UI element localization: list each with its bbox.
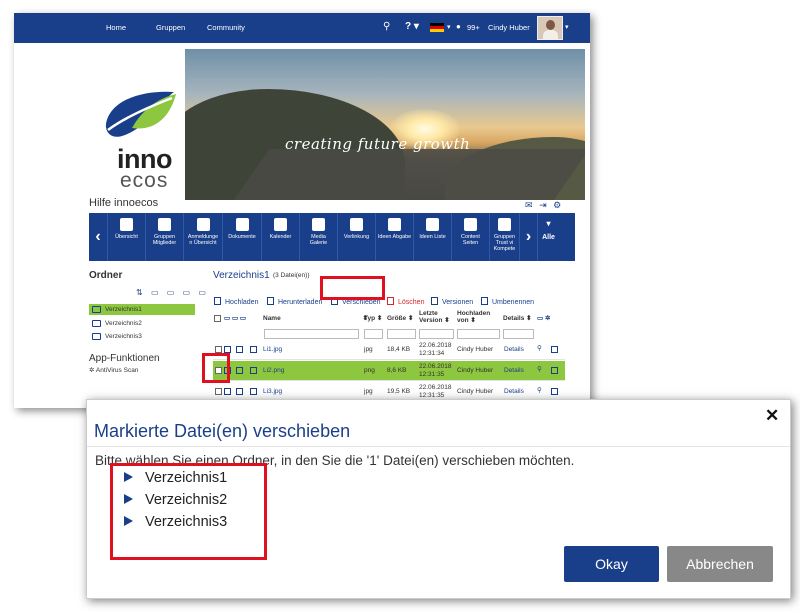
folders-heading: Ordner [89, 270, 123, 281]
banner-slogan: creating future growth [285, 135, 471, 153]
toolbar-item-verlinkung[interactable]: Verlinkung [337, 213, 375, 261]
cancel-button[interactable]: Abbrechen [667, 546, 773, 582]
nav-gruppen[interactable]: Gruppen [156, 23, 185, 32]
folder-edit-icon[interactable]: ▭ [183, 288, 194, 297]
dialog-title: Markierte Datei(en) verschieben [94, 421, 351, 441]
uploader-filter-input[interactable] [457, 329, 500, 339]
download-icon [267, 297, 274, 305]
rename-icon [481, 297, 488, 305]
bug-icon: ✲ [89, 367, 96, 374]
column-name[interactable]: Name ⬍ [263, 315, 368, 322]
logo-text-ecos: ecos [120, 169, 169, 192]
user-menu-chevron-icon[interactable]: ▾ [565, 23, 569, 31]
toolbar-item-gruppen-trust[interactable]: Gruppen Trust vi Kompete [489, 213, 519, 261]
gear-icon[interactable]: ⚙ [553, 200, 561, 210]
folder-move-icon[interactable]: ▭ [198, 288, 209, 297]
avatar[interactable] [537, 16, 563, 40]
toolbar-item-uebersicht[interactable]: Übersicht [107, 213, 145, 261]
folder-tree-actions: ⇅ ▭ ▭ ▭ ▭ [136, 288, 209, 297]
delete-button[interactable]: Löschen [387, 297, 424, 306]
toolbar-item-media-galerie[interactable]: Media Galerie [299, 213, 337, 261]
upload-icon [214, 297, 221, 305]
highlight-folder-options [110, 463, 267, 560]
app-functions-heading: App-Funktionen [89, 353, 160, 364]
notification-count[interactable]: 99+ [467, 23, 480, 32]
move-files-dialog: Markierte Datei(en) verschieben ✕ Bitte … [86, 399, 791, 599]
antivirus-scan-link[interactable]: ✲ AntiVirus Scan [89, 366, 138, 374]
details-filter-input[interactable] [503, 329, 534, 339]
toolbar-item-ideen-abgabe[interactable]: Ideen Abgabe [375, 213, 413, 261]
download-button[interactable]: Herunterladen [267, 297, 322, 306]
language-flag-icon[interactable] [430, 23, 444, 32]
directory-title: Verzeichnis1 [213, 270, 270, 281]
versions-icon [431, 297, 438, 305]
toolbar-next-button[interactable]: › [519, 213, 537, 261]
delete-icon [387, 297, 394, 305]
row-checkbox [215, 346, 222, 353]
toolbar-item-kalender[interactable]: Kalender [261, 213, 299, 261]
column-uploaded-by[interactable]: Hochladen von ⬍ [457, 310, 490, 324]
column-details[interactable]: Details ⬍ [503, 315, 532, 322]
folder-item[interactable]: Verzeichnis2 [89, 318, 195, 329]
folder-item[interactable]: Verzeichnis1 [89, 304, 195, 315]
close-icon[interactable]: ✕ [765, 406, 779, 426]
chat-icon[interactable]: ● [456, 22, 461, 31]
search-icon[interactable]: ⚲ [383, 21, 390, 32]
toolbar-item-gruppen-mitglieder[interactable]: Gruppen Mitglieder [145, 213, 183, 261]
rename-button[interactable]: Umbenennen [481, 297, 534, 306]
toolbar-all-button[interactable]: ▾ Alle [537, 213, 559, 261]
upload-button[interactable]: Hochladen [214, 297, 258, 306]
nav-community[interactable]: Community [207, 23, 245, 32]
toolbar-item-anmeldungen[interactable]: Anmeldunge n Übersicht [183, 213, 222, 261]
folder-icon[interactable]: ▭ [167, 288, 178, 297]
column-icons: ▭ ▭ ▭ [224, 315, 247, 322]
highlight-selected-row-checkbox [202, 353, 230, 383]
version-filter-input[interactable] [419, 329, 454, 339]
column-version[interactable]: Letzte Version ⬍ [419, 310, 450, 324]
toolbar-prev-button[interactable]: ‹ [89, 213, 107, 261]
page-title-actions: ✉ ⇥ ⚙ [525, 200, 561, 211]
nav-home[interactable]: Home [106, 23, 126, 32]
table-row[interactable]: Li1.jpg jpg 18,4 KB 22.06.2018 12:31:34 … [213, 340, 565, 360]
toolbar-item-content-seiten[interactable]: Content Seiten [451, 213, 489, 261]
group-toolbar: ‹ Übersicht Gruppen Mitglieder Anmeldunge… [89, 213, 575, 261]
header-banner-image: creating future growth [185, 49, 585, 200]
highlight-move-action [320, 276, 385, 300]
dialog-divider [87, 446, 790, 447]
exit-icon[interactable]: ⇥ [539, 200, 547, 210]
top-navigation: Home Gruppen Community ⚲ ? ▾ ▾ ● 99+ Cin… [14, 13, 590, 43]
type-filter-input[interactable] [364, 329, 383, 339]
user-name[interactable]: Cindy Huber [488, 23, 530, 32]
versions-button[interactable]: Versionen [431, 297, 473, 306]
name-filter-input[interactable] [264, 329, 359, 339]
new-folder-icon[interactable]: ▭ [151, 288, 162, 297]
chevron-down-icon[interactable]: ▾ [447, 23, 451, 31]
help-icon[interactable]: ? ▾ [405, 21, 419, 32]
app-window: Home Gruppen Community ⚲ ? ▾ ▾ ● 99+ Cin… [14, 13, 590, 408]
mail-icon[interactable]: ✉ [525, 200, 533, 210]
page-title: Hilfe innoecos [89, 197, 159, 209]
row-checkbox [215, 388, 222, 395]
sort-icon[interactable]: ⇅ [136, 288, 146, 297]
toolbar-item-dokumente[interactable]: Dokumente [222, 213, 261, 261]
column-size[interactable]: Größe ⬍ [387, 315, 413, 322]
table-row[interactable]: Li2.png png 8,6 KB 22.06.2018 12:31:35 C… [213, 361, 565, 381]
folder-item[interactable]: Verzeichnis3 [89, 331, 195, 342]
toolbar-item-ideen-liste[interactable]: Ideen Liste [413, 213, 451, 261]
file-count: (3 Datei(en)) [273, 272, 310, 279]
column-type[interactable]: Typ ⬍ [364, 315, 382, 322]
innoecos-logo-icon [105, 91, 176, 137]
okay-button[interactable]: Okay [564, 546, 659, 582]
select-all-checkbox[interactable] [214, 315, 221, 324]
size-filter-input[interactable] [387, 329, 416, 339]
column-extra-icons: ▭ ✲ [537, 315, 551, 322]
